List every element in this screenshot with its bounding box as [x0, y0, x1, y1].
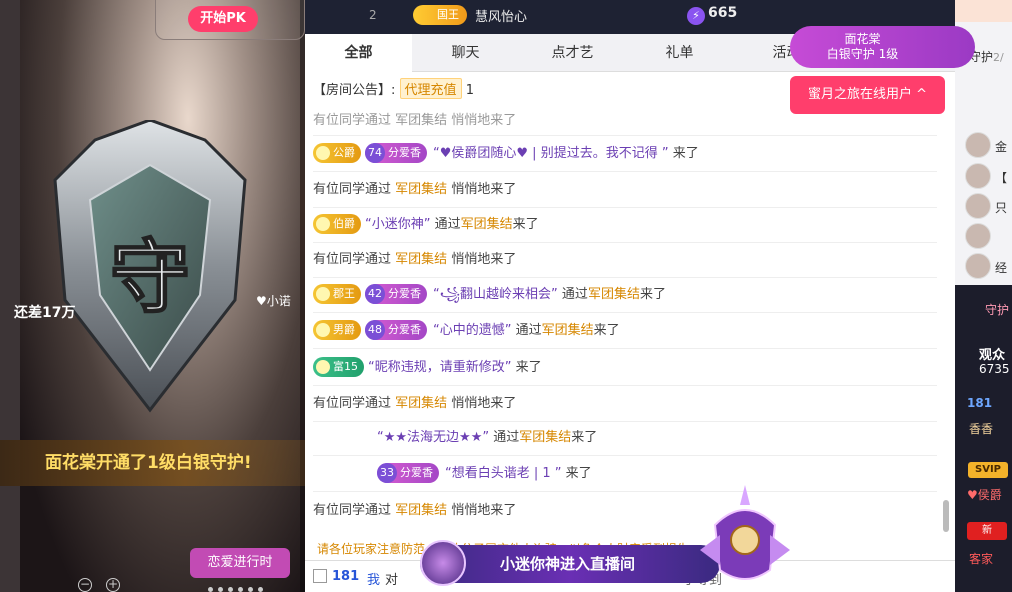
chat-message: 有位同学通过 军团集结 悄悄地来了	[313, 172, 937, 208]
fan-badge: 33 分爱香	[377, 463, 439, 483]
carousel-dot[interactable]	[258, 587, 263, 592]
viewer-count: 6735	[979, 362, 1010, 376]
viewer-uid[interactable]: 181	[967, 396, 992, 410]
avatar[interactable]	[965, 193, 991, 219]
fan-badge: 74 分爱香	[365, 143, 427, 163]
chat-message: 有位同学通过 军团集结 悄悄地来了	[313, 242, 937, 278]
guard-banner: 面花棠开通了1级白银守护!	[0, 440, 305, 486]
user-name[interactable]: “小迷你神”	[365, 217, 430, 232]
rank-badge: 伯爵	[313, 214, 361, 234]
chat-message: 有位同学通过 军团集结 悄悄地来了	[313, 386, 937, 422]
chat-message: 富15 “昵称违规，请重新修改” 来了	[313, 350, 937, 386]
king-name[interactable]: 慧风怡心	[475, 6, 527, 25]
notice-prefix: 【房间公告】:	[313, 83, 396, 98]
new-badge: 新	[967, 522, 1007, 540]
guard-user-name[interactable]: 经	[995, 259, 1007, 276]
notice-suffix: 1	[465, 83, 474, 98]
guard-shield-icon: 守	[53, 120, 247, 413]
chat-message: 郡王 42 分爱香 “꧁翻山越岭来相会” 通过军团集结来了	[313, 277, 937, 313]
chat-message: “★★法海无边★★” 通过军团集结来了	[313, 420, 937, 456]
right-sidebar: 守护2/ 金 【 只 经 守护 观众 6735 181 香香 SVIP ♥侯爵 …	[955, 0, 1012, 592]
avatar[interactable]	[965, 163, 991, 189]
carousel-dot[interactable]	[248, 587, 253, 592]
guard-link[interactable]: 守护	[985, 301, 1009, 318]
shield-char: 守	[110, 230, 190, 324]
tab-chat[interactable]: 聊天	[412, 34, 519, 72]
user-name[interactable]: “想看白头谐老 | 1 ”	[445, 466, 562, 481]
carousel-dot[interactable]	[218, 587, 223, 592]
viewer-name[interactable]: 客家	[969, 550, 993, 567]
user-name[interactable]: “★★法海无边★★”	[377, 430, 489, 445]
viewer-name[interactable]: 香香	[969, 420, 993, 437]
user-id: 181	[332, 569, 360, 584]
tab-talent[interactable]: 点才艺	[519, 34, 626, 72]
carousel-dot[interactable]	[238, 587, 243, 592]
fan-badge: 42 分爱香	[365, 284, 427, 304]
knight-effect-icon	[700, 485, 790, 580]
me-label: 我	[367, 573, 381, 588]
chat-scrollbar[interactable]	[943, 500, 949, 532]
video-edge	[0, 0, 20, 592]
rank-badge: 男爵	[313, 320, 361, 340]
fan-badge: 48 分爱香	[365, 320, 427, 340]
viewer-name[interactable]: ♥侯爵	[967, 486, 1002, 503]
love-progress-button[interactable]: 恋爱进行时	[190, 548, 290, 578]
chat-message: 男爵 48 分爱香 “心中的遗憾” 通过军团集结来了	[313, 313, 937, 349]
chat-message: 公爵 74 分爱香 “♥侯爵团随心♥ | 别提过去。我不记得 ” 来了	[313, 136, 937, 172]
room-notice: 【房间公告】: 代理充值 1	[313, 78, 474, 99]
guard-user-name[interactable]: 只	[995, 199, 1007, 216]
guard-user: 面花棠	[844, 32, 881, 46]
tab-all[interactable]: 全部	[305, 34, 412, 72]
carousel-dot[interactable]	[228, 587, 233, 592]
viewers-label[interactable]: 观众	[979, 344, 1005, 363]
user-name[interactable]: “昵称违规，请重新修改”	[368, 360, 511, 375]
streamer-tag: ♥小诺	[256, 294, 291, 308]
rank-badge: 公爵	[313, 143, 361, 163]
message-text: 有位同学通过 军团集结 悄悄地来了	[313, 113, 517, 128]
carousel-dot[interactable]	[208, 587, 213, 592]
rank-number: 2	[369, 8, 377, 22]
energy-value: 665	[708, 5, 738, 21]
wealth-badge: 富15	[313, 357, 364, 377]
lightning-icon: ⚡	[687, 7, 705, 25]
honeymoon-users-button[interactable]: 蜜月之旅在线用户 ^	[790, 76, 945, 114]
king-badge: 国王	[413, 5, 467, 25]
avatar[interactable]	[965, 132, 991, 158]
avatar[interactable]	[965, 223, 991, 249]
energy-count: ⚡ 665	[687, 5, 737, 25]
video-player[interactable]: 开始PK 守 ♥小诺 还差17万 面花棠开通了1级白银守护! 恋爱进行时 − +	[0, 0, 305, 592]
zoom-out-icon[interactable]: −	[78, 578, 92, 592]
notice-chip[interactable]: 代理充值	[399, 78, 462, 99]
start-pk-button[interactable]: 开始PK	[188, 6, 258, 32]
rank-badge: 郡王	[313, 284, 361, 304]
to-label: 对	[385, 573, 399, 588]
guard-user-name[interactable]: 金	[995, 138, 1007, 155]
user-name[interactable]: “꧁翻山越岭来相会”	[433, 287, 558, 302]
guard-user-name[interactable]: 【	[995, 169, 1007, 186]
user-name[interactable]: “心中的遗憾”	[433, 323, 511, 338]
sidebar-dark-panel	[955, 285, 1012, 592]
entry-avatar	[420, 540, 466, 586]
chat-message: 有位同学通过 军团集结 悄悄地来了	[313, 503, 517, 518]
pk-gap-text: 还差17万	[14, 305, 76, 321]
user-name[interactable]: “♥侯爵团随心♥ | 别提过去。我不记得 ”	[433, 146, 669, 161]
avatar[interactable]	[965, 253, 991, 279]
guard-status-pill[interactable]: 面花棠 白银守护 1级	[790, 26, 975, 68]
sidebar-top	[955, 0, 1012, 22]
svip-badge: SVIP	[968, 462, 1008, 478]
guard-level-text: 白银守护 1级	[826, 47, 899, 61]
image-icon[interactable]	[313, 569, 327, 583]
zoom-in-icon[interactable]: +	[106, 578, 120, 592]
tab-gift-list[interactable]: 礼单	[626, 34, 733, 72]
chat-message: 33 分爱香 “想看白头谐老 | 1 ” 来了	[313, 456, 937, 492]
chat-message: 伯爵 “小迷你神” 通过军团集结来了	[313, 207, 937, 243]
